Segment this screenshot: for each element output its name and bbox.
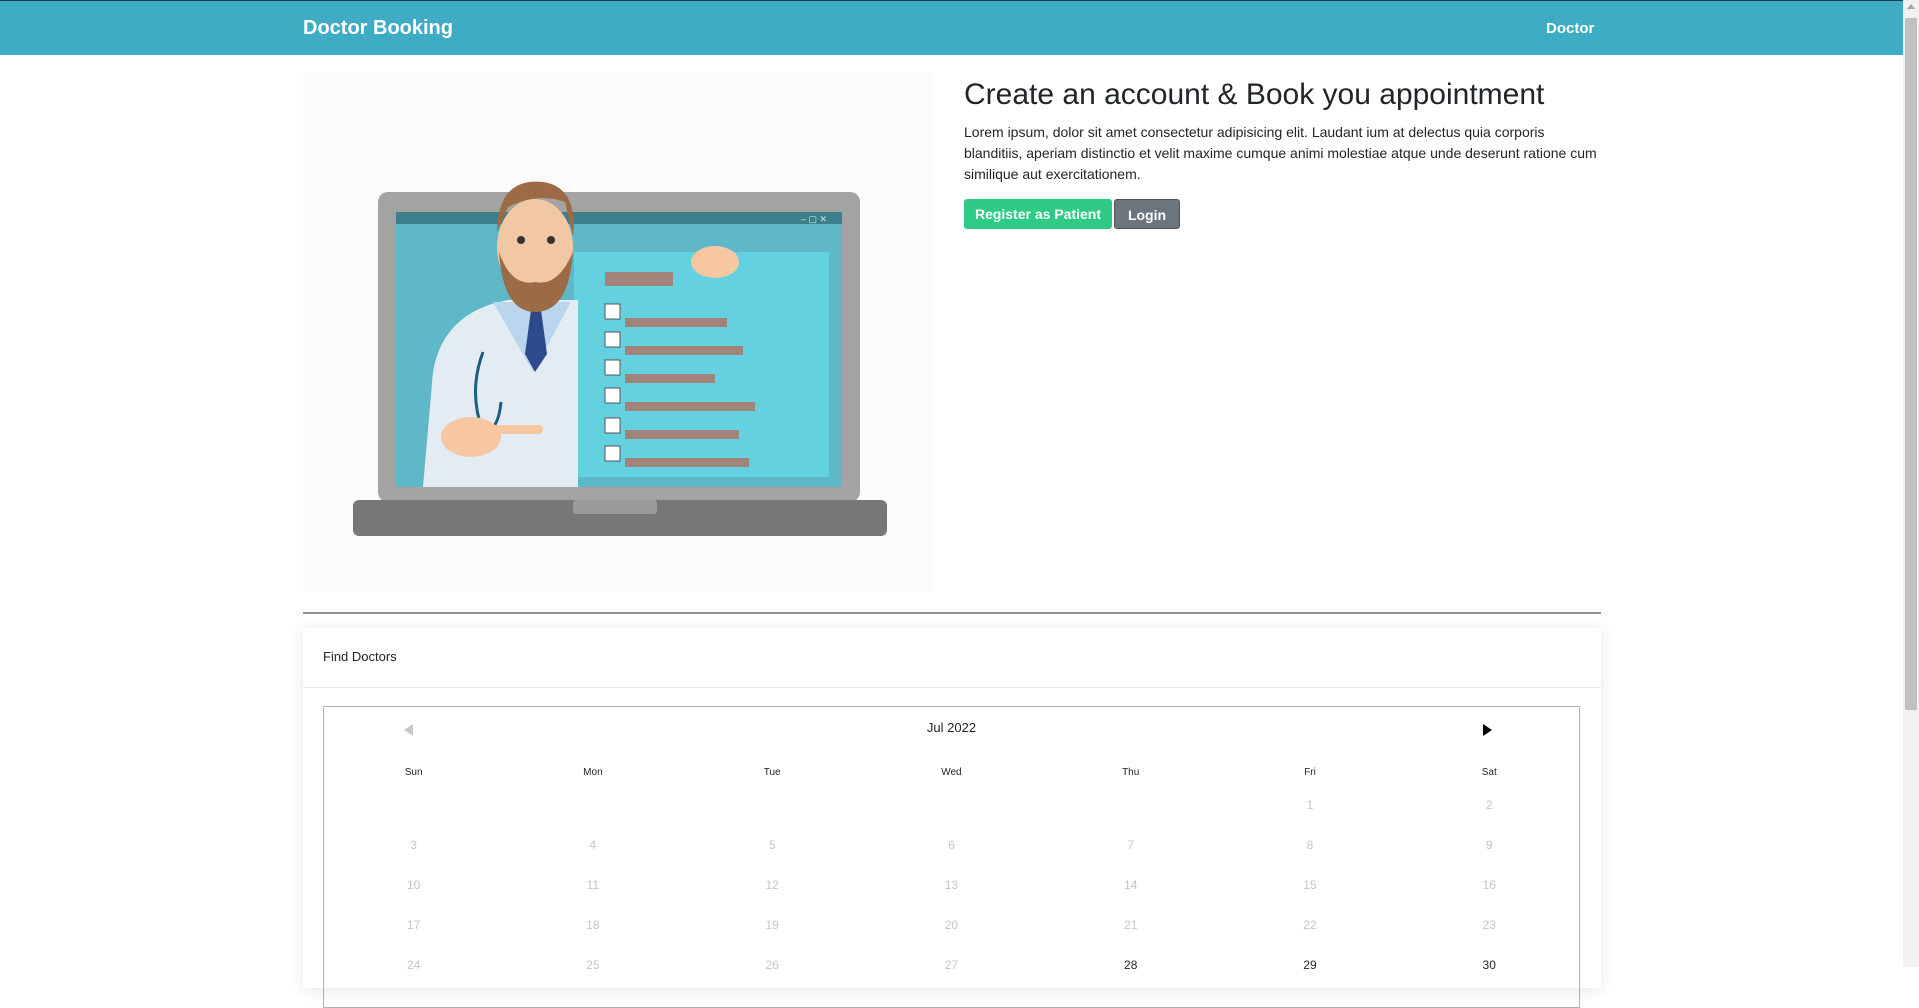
- calendar-day: 26: [765, 958, 779, 972]
- calendar-day: 24: [406, 958, 421, 972]
- calendar-day: 12: [765, 878, 779, 892]
- calendar-day: 17: [406, 918, 421, 932]
- calendar-week-row: 10 11 12 13 14 15 16: [324, 865, 1579, 905]
- card-header: Find Doctors: [303, 628, 1601, 688]
- calendar-day: 7: [1127, 838, 1135, 852]
- hero-illustration: – ▢ ✕: [303, 72, 933, 592]
- calendar: Jul 2022 Sun Mon Tue Wed Thu Fri Sat 1 2 3 4 5 6 7 8 9 1…: [323, 706, 1580, 1008]
- calendar-weekday-label: Tue: [763, 766, 781, 778]
- calendar-day: 18: [586, 918, 600, 932]
- section-divider: [303, 612, 1601, 614]
- scrollbar[interactable]: [1903, 0, 1919, 967]
- calendar-day: 9: [1485, 838, 1493, 852]
- calendar-day: 20: [944, 918, 959, 932]
- calendar-day: 8: [1306, 838, 1314, 852]
- calendar-day[interactable]: 28: [1041, 958, 1220, 972]
- find-doctors-card: Find Doctors Jul 2022 Sun Mon Tue Wed Thu Fri…: [303, 628, 1601, 1008]
- calendar-day: 3: [410, 838, 417, 852]
- calendar-month-label: Jul 2022: [926, 720, 977, 735]
- hero-title: Create an account & Book you appointment: [964, 78, 1545, 111]
- calendar-weekday-label: Sun: [404, 766, 423, 778]
- calendar-day: 2: [1485, 798, 1493, 812]
- calendar-weekday-label: Fri: [1304, 766, 1316, 778]
- calendar-day: 1: [1306, 798, 1314, 812]
- calendar-day: 4: [589, 838, 597, 852]
- login-button[interactable]: Login: [1114, 199, 1180, 229]
- calendar-day[interactable]: 30: [1400, 958, 1579, 972]
- calendar-weekday-label: Wed: [941, 766, 962, 778]
- calendar-day: 21: [1124, 918, 1138, 932]
- calendar-day: 5: [768, 838, 776, 852]
- calendar-day: 27: [944, 958, 959, 972]
- calendar-week-row: 17 18 19 20 21 22 23: [324, 905, 1579, 945]
- svg-text:– ▢ ✕: – ▢ ✕: [801, 214, 827, 224]
- calendar-day: 15: [1303, 878, 1317, 892]
- calendar-week-row: 24 25 26 27 28 29 30: [324, 945, 1579, 985]
- calendar-day: 14: [1124, 878, 1138, 892]
- navbar: Doctor Booking Doctor: [0, 1, 1903, 55]
- brand-link[interactable]: Doctor Booking: [303, 17, 453, 40]
- hero-description: Lorem ipsum, dolor sit amet consectetur …: [964, 124, 1597, 182]
- nav-link-doctor[interactable]: Doctor: [1546, 20, 1594, 37]
- calendar-week-row: 3 4 5 6 7 8 9: [324, 825, 1579, 865]
- scroll-up-arrow-icon[interactable]: [1907, 4, 1915, 9]
- calendar-day: 11: [586, 878, 600, 892]
- calendar-day: 10: [406, 878, 421, 892]
- calendar-day: 19: [765, 918, 779, 932]
- calendar-day[interactable]: 29: [1220, 958, 1399, 972]
- scrollbar-thumb[interactable]: [1905, 18, 1917, 710]
- calendar-day: 16: [1482, 878, 1496, 892]
- calendar-week-row: 12: [324, 785, 1579, 825]
- calendar-weekday-label: Sat: [1481, 766, 1497, 778]
- calendar-next-arrow-icon[interactable]: [1483, 724, 1492, 736]
- register-as-patient-button[interactable]: Register as Patient: [964, 199, 1112, 229]
- calendar-day: 23: [1482, 918, 1496, 932]
- calendar-day: 22: [1303, 918, 1317, 932]
- hero-text: Create an account & Book you appointment…: [964, 78, 1604, 229]
- calendar-weekday-row: Sun Mon Tue Wed Thu Fri Sat: [324, 759, 1579, 785]
- calendar-day: 13: [944, 878, 959, 892]
- calendar-day: 25: [586, 958, 600, 972]
- calendar-weekday-label: Thu: [1122, 766, 1140, 778]
- calendar-weekday-label: Mon: [583, 766, 603, 778]
- calendar-day: 6: [948, 838, 955, 852]
- calendar-grid: Sun Mon Tue Wed Thu Fri Sat 1 2 3 4 5 6 7 8 9 10 11 12 13 14…: [324, 759, 1579, 985]
